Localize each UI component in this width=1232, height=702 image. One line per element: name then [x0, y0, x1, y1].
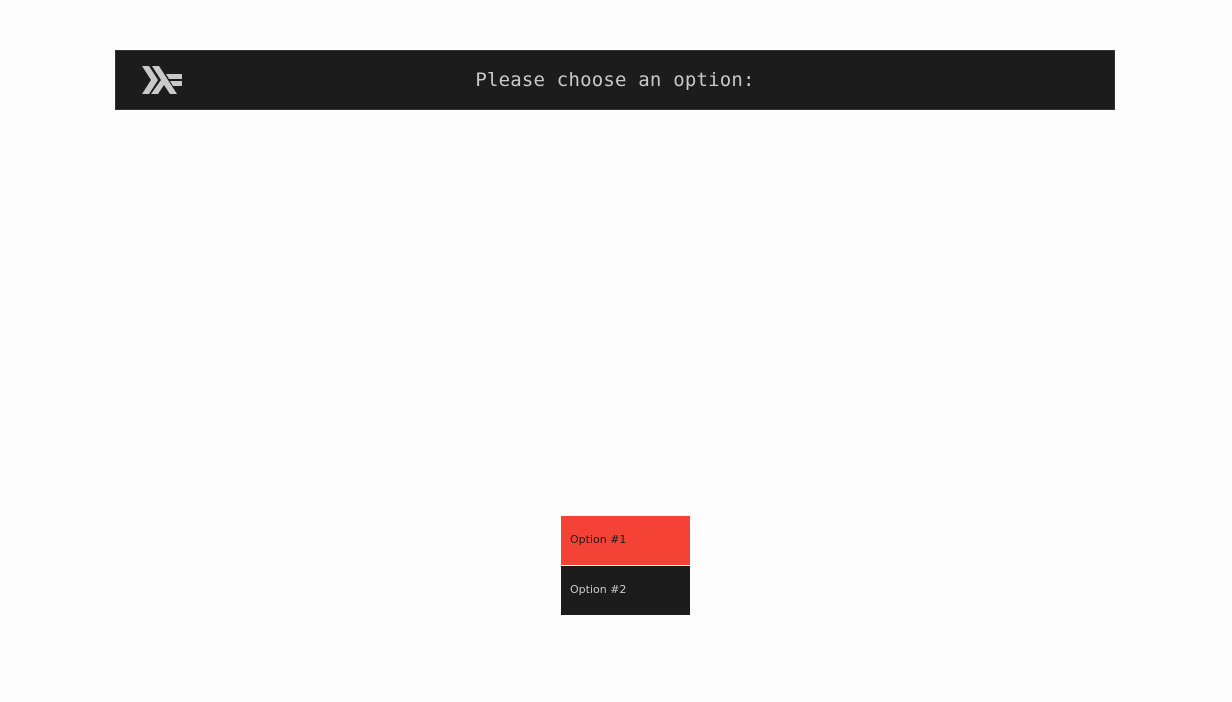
options-menu: Option #1 Option #2: [561, 516, 690, 615]
page-title: Please choose an option:: [475, 69, 755, 91]
option-1-button[interactable]: Option #1: [561, 516, 690, 565]
header-bar: Please choose an option:: [115, 50, 1115, 110]
option-2-button[interactable]: Option #2: [561, 566, 690, 615]
